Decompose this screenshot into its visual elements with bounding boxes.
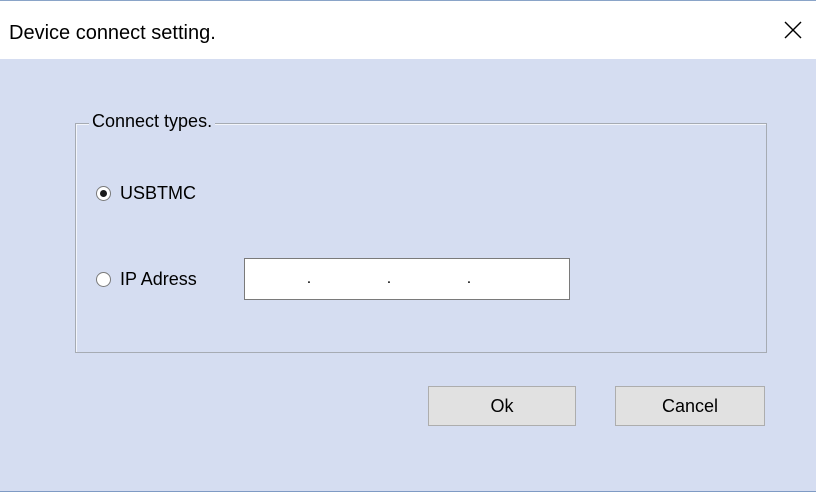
radio-ip-address-label: IP Adress bbox=[120, 269, 197, 289]
ip-octet-4[interactable] bbox=[479, 259, 539, 299]
ip-separator: . bbox=[306, 270, 312, 287]
ip-octet-1[interactable] bbox=[245, 259, 299, 299]
ip-separator: . bbox=[466, 270, 472, 287]
ip-separator: . bbox=[386, 270, 392, 287]
group-legend: Connect types. bbox=[89, 111, 216, 132]
ip-address-field[interactable]: . . . bbox=[244, 258, 570, 300]
close-icon bbox=[784, 21, 802, 39]
radio-button-checked[interactable] bbox=[96, 186, 111, 201]
ip-octet-3[interactable] bbox=[399, 259, 459, 299]
radio-ip-address[interactable]: IP Adress bbox=[96, 269, 197, 290]
radio-button-unchecked[interactable] bbox=[96, 272, 111, 287]
dialog-window: Device connect setting. Connect types. U… bbox=[0, 0, 816, 492]
connect-types-group bbox=[75, 123, 767, 353]
dialog-body: Connect types. USBTMC IP Adress . . . Ok… bbox=[0, 59, 816, 491]
radio-usbtmc-label: USBTMC bbox=[120, 183, 196, 203]
cancel-button[interactable]: Cancel bbox=[615, 386, 765, 426]
close-button[interactable] bbox=[770, 1, 816, 59]
ip-octet-2[interactable] bbox=[319, 259, 379, 299]
ok-button[interactable]: Ok bbox=[428, 386, 576, 426]
radio-usbtmc[interactable]: USBTMC bbox=[96, 183, 196, 204]
title-bar[interactable]: Device connect setting. bbox=[0, 1, 816, 59]
dialog-title: Device connect setting. bbox=[9, 22, 216, 44]
